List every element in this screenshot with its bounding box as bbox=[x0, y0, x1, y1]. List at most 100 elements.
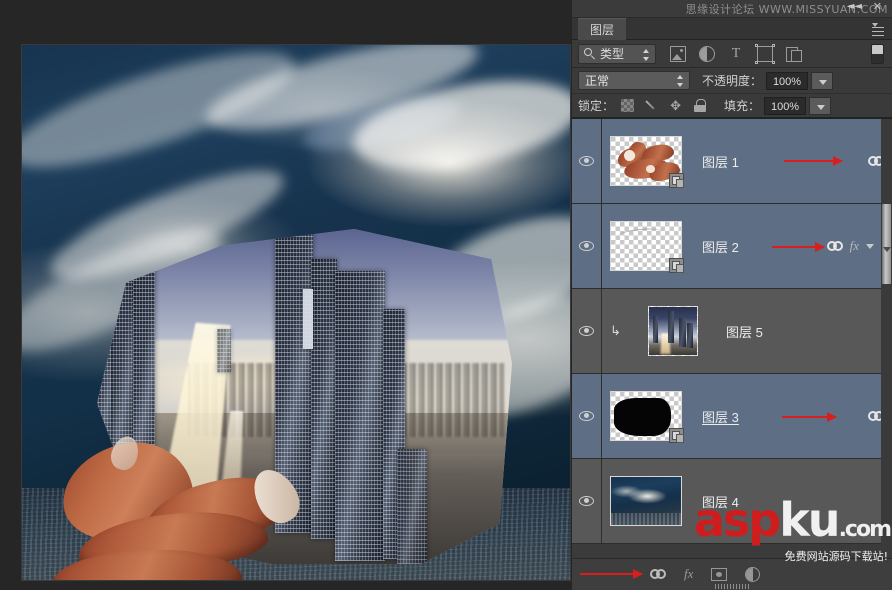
opacity-value[interactable]: 100% bbox=[766, 72, 808, 90]
layers-panel[interactable]: 思缘设计论坛 WWW.MISSYUAN.COM ◄◄ ✕ 图层 类型 bbox=[572, 0, 892, 590]
chevron-down-icon[interactable] bbox=[883, 247, 891, 252]
collapse-panel-icon[interactable]: ◄◄ bbox=[847, 1, 862, 13]
clipping-mask-icon: ↳ bbox=[610, 323, 621, 339]
lock-image-pixels-icon[interactable] bbox=[645, 99, 658, 112]
scrollbar-thumb[interactable] bbox=[882, 204, 891, 284]
tab-layers[interactable]: 图层 bbox=[578, 18, 626, 40]
layer-name[interactable]: 图层 2 bbox=[702, 237, 739, 256]
new-fill-adjustment-layer-button[interactable] bbox=[745, 567, 760, 582]
menu-line bbox=[872, 27, 884, 28]
lock-label: 锁定： bbox=[578, 97, 614, 114]
layer-name[interactable]: 图层 5 bbox=[726, 322, 763, 341]
layer-row[interactable]: ↳ 图层 5 bbox=[572, 289, 892, 374]
chevron-updown-icon[interactable] bbox=[643, 49, 650, 61]
layer-filter-row[interactable]: 类型 T bbox=[572, 40, 892, 68]
eye-icon[interactable] bbox=[579, 241, 594, 251]
linked-thumbnail-badge bbox=[669, 258, 684, 273]
panel-menu-icon[interactable] bbox=[872, 21, 886, 33]
layer-row-right-icons: fx bbox=[827, 238, 874, 254]
add-layer-mask-button[interactable] bbox=[711, 568, 727, 581]
black-shape-thumbnail-art bbox=[614, 398, 671, 436]
layer-row[interactable]: 图层 4 bbox=[572, 459, 892, 544]
filter-enable-toggle[interactable] bbox=[871, 44, 884, 64]
layer-row[interactable]: 图层 2 fx bbox=[572, 204, 892, 289]
fill-dropdown-arrow[interactable] bbox=[809, 97, 831, 115]
type-layer-filter-icon[interactable]: T bbox=[728, 46, 744, 62]
annotation-arrow bbox=[772, 246, 824, 248]
chevron-down-icon[interactable] bbox=[866, 244, 874, 249]
layer-list[interactable]: 图层 1 图层 2 bbox=[572, 118, 892, 558]
scratch-thumbnail-art bbox=[618, 226, 662, 240]
menu-line bbox=[872, 31, 884, 32]
eye-icon[interactable] bbox=[579, 496, 594, 506]
opacity-label: 不透明度： bbox=[702, 72, 762, 89]
eye-icon[interactable] bbox=[579, 156, 594, 166]
shape-layer-filter-icon[interactable] bbox=[757, 46, 773, 62]
lock-icon-group: ✥ bbox=[621, 99, 706, 112]
chevron-updown-icon[interactable] bbox=[677, 75, 684, 87]
close-icon[interactable]: ✕ bbox=[873, 1, 882, 13]
layer-visibility-cell[interactable] bbox=[572, 119, 602, 203]
fill-label: 填充： bbox=[724, 97, 760, 114]
hand-artwork bbox=[42, 430, 372, 580]
layer-effects-icon[interactable]: fx bbox=[850, 238, 859, 254]
lock-transparent-pixels-icon[interactable] bbox=[621, 99, 634, 112]
annotation-arrow bbox=[782, 416, 836, 418]
skyscraper bbox=[217, 329, 231, 373]
layer-name[interactable]: 图层 3 bbox=[702, 407, 739, 426]
lock-position-icon[interactable]: ✥ bbox=[669, 99, 682, 112]
panel-resize-grip[interactable] bbox=[715, 584, 749, 589]
layer-row[interactable]: 图层 1 bbox=[572, 119, 892, 204]
layer-thumbnail-cell[interactable] bbox=[610, 391, 682, 441]
skyscraper bbox=[397, 449, 427, 564]
add-layer-style-button[interactable]: fx bbox=[684, 566, 693, 582]
layer-name[interactable]: 图层 4 bbox=[702, 492, 739, 511]
link-layers-button[interactable] bbox=[650, 569, 666, 579]
layer-thumbnail-cell[interactable] bbox=[648, 306, 698, 356]
chevron-down-icon bbox=[872, 23, 878, 27]
layer-name[interactable]: 图层 1 bbox=[702, 152, 739, 171]
layer-list-scrollbar[interactable] bbox=[881, 119, 892, 558]
linked-thumbnail-badge bbox=[669, 428, 684, 443]
layer-thumbnail-cell[interactable] bbox=[610, 136, 682, 186]
layer-thumbnail[interactable] bbox=[648, 306, 698, 356]
pixel-layer-filter-icon[interactable] bbox=[670, 46, 686, 62]
adjustment-layer-filter-icon[interactable] bbox=[699, 46, 715, 62]
layers-panel-bottom-bar[interactable]: fx bbox=[572, 558, 892, 590]
layer-visibility-cell[interactable] bbox=[572, 289, 602, 373]
annotation-arrow bbox=[580, 573, 642, 575]
sky-thumbnail-art bbox=[611, 477, 681, 525]
layer-thumbnail-cell[interactable] bbox=[610, 476, 682, 526]
filter-icon-group: T bbox=[670, 46, 802, 62]
panel-titlebar: 思缘设计论坛 WWW.MISSYUAN.COM ◄◄ ✕ bbox=[572, 0, 892, 18]
document-canvas-area[interactable] bbox=[0, 0, 572, 590]
skyscraper bbox=[303, 289, 313, 349]
photoshop-screenshot: 思缘设计论坛 WWW.MISSYUAN.COM ◄◄ ✕ 图层 类型 bbox=[0, 0, 892, 590]
layer-visibility-cell[interactable] bbox=[572, 204, 602, 288]
filter-kind-select[interactable]: 类型 bbox=[578, 44, 656, 64]
linked-thumbnail-badge bbox=[669, 173, 684, 188]
panel-tab-row: 图层 bbox=[572, 18, 892, 40]
filter-kind-label: 类型 bbox=[600, 45, 624, 62]
layer-visibility-cell[interactable] bbox=[572, 459, 602, 543]
blend-mode-select[interactable]: 正常 bbox=[578, 71, 690, 90]
document-artwork[interactable] bbox=[22, 45, 570, 580]
blend-mode-row[interactable]: 正常 不透明度： 100% bbox=[572, 68, 892, 94]
search-icon bbox=[584, 48, 595, 59]
smart-object-filter-icon[interactable] bbox=[786, 46, 802, 62]
layer-visibility-cell[interactable] bbox=[572, 374, 602, 458]
opacity-dropdown-arrow[interactable] bbox=[811, 72, 833, 90]
layer-thumbnail[interactable] bbox=[610, 476, 682, 526]
fill-value[interactable]: 100% bbox=[764, 97, 806, 115]
lock-all-icon[interactable] bbox=[693, 99, 706, 112]
city-thumbnail-art bbox=[649, 307, 697, 355]
bottom-bar-icon-group: fx bbox=[650, 566, 760, 582]
menu-line bbox=[872, 35, 884, 36]
lock-row[interactable]: 锁定： ✥ 填充： 100% bbox=[572, 94, 892, 118]
layer-row[interactable]: 图层 3 bbox=[572, 374, 892, 459]
eye-icon[interactable] bbox=[579, 411, 594, 421]
layer-thumbnail-cell[interactable] bbox=[610, 221, 682, 271]
eye-icon[interactable] bbox=[579, 326, 594, 336]
link-icon[interactable] bbox=[827, 241, 843, 251]
blend-mode-value: 正常 bbox=[579, 74, 609, 88]
